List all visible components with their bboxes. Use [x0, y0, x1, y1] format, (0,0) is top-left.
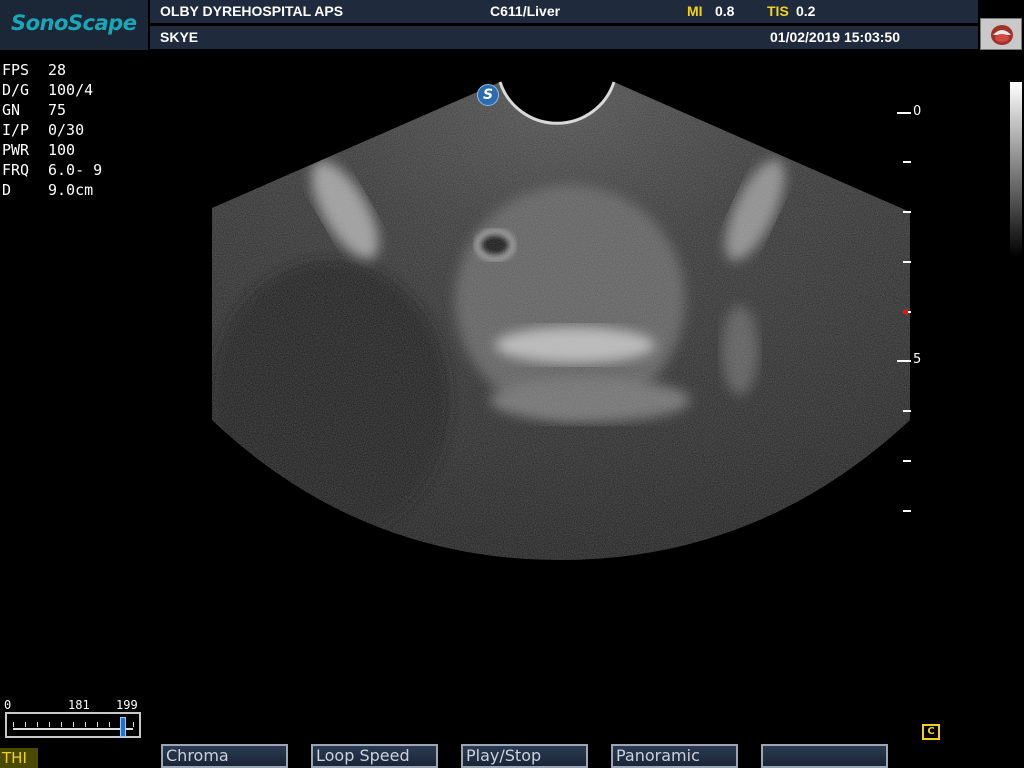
cine-tick: [61, 722, 62, 727]
softkey-empty[interactable]: [761, 744, 888, 768]
cine-icon[interactable]: C: [922, 724, 940, 740]
depth-tick: [903, 410, 911, 412]
thi-mode-indicator[interactable]: THI: [0, 748, 38, 768]
depth-label-5: 5: [913, 352, 922, 367]
cine-tick: [85, 722, 86, 727]
ultrasound-image[interactable]: [0, 0, 1024, 768]
softkey-chroma[interactable]: Chroma: [161, 744, 288, 768]
orientation-marker-icon: S: [477, 84, 499, 106]
depth-tick: [897, 112, 911, 114]
cine-tick: [13, 722, 14, 727]
cine-tick: [73, 722, 74, 727]
softkey-play-stop[interactable]: Play/Stop: [461, 744, 588, 768]
cine-tick: [109, 722, 110, 727]
grayscale-bar: [1010, 82, 1022, 257]
depth-label-0: 0: [913, 104, 922, 119]
focus-marker-icon[interactable]: [902, 308, 908, 316]
softkey-loop-speed[interactable]: Loop Speed: [311, 744, 438, 768]
softkey-panoramic[interactable]: Panoramic: [611, 744, 738, 768]
depth-tick: [903, 460, 911, 462]
cine-tick: [133, 722, 134, 727]
cine-end: 199: [116, 698, 138, 712]
depth-tick: [903, 161, 911, 163]
cine-current: 181: [68, 698, 90, 712]
cine-tick: [37, 722, 38, 727]
cine-tick: [97, 722, 98, 727]
cine-slider[interactable]: [5, 712, 141, 738]
cine-thumb[interactable]: [120, 717, 127, 737]
depth-tick: [903, 261, 911, 263]
depth-tick: [903, 510, 911, 512]
cine-track: [13, 728, 133, 730]
depth-tick: [903, 211, 911, 213]
depth-tick: [897, 360, 911, 362]
cine-tick: [49, 722, 50, 727]
cine-tick: [25, 722, 26, 727]
cine-start: 0: [4, 698, 12, 712]
